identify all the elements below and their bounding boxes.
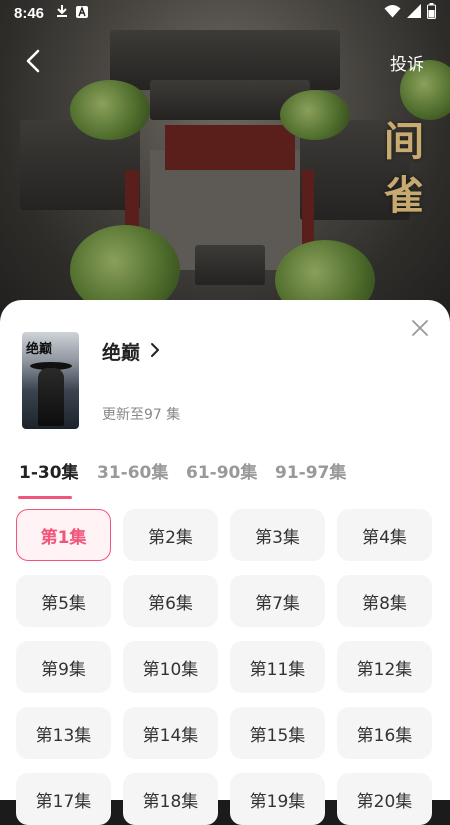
tree <box>70 80 150 140</box>
episode-button[interactable]: 第10集 <box>123 641 218 693</box>
chevron-right-icon <box>150 342 160 362</box>
episode-button[interactable]: 第11集 <box>230 641 325 693</box>
episode-button[interactable]: 第3集 <box>230 509 325 561</box>
drama-title-link[interactable]: 绝巅 <box>102 338 160 365</box>
episode-button[interactable]: 第18集 <box>123 773 218 825</box>
episode-button[interactable]: 第6集 <box>123 575 218 627</box>
status-bar: 8:46 <box>0 0 450 26</box>
calligraphy-overlay: 间 雀 <box>377 120 424 214</box>
episode-button[interactable]: 第12集 <box>337 641 432 693</box>
wall <box>165 125 295 170</box>
episode-button[interactable]: 第8集 <box>337 575 432 627</box>
tab-31-60[interactable]: 31-60集 <box>97 458 168 483</box>
episode-button[interactable]: 第9集 <box>16 641 111 693</box>
episode-button[interactable]: 第16集 <box>337 707 432 759</box>
status-time: 8:46 <box>14 4 45 22</box>
signal-icon <box>407 4 421 22</box>
download-icon <box>56 4 68 22</box>
drama-poster[interactable]: 绝巅 <box>22 332 79 429</box>
episode-button[interactable]: 第19集 <box>230 773 325 825</box>
episode-button[interactable]: 第7集 <box>230 575 325 627</box>
tab-61-90[interactable]: 61-90集 <box>186 458 257 483</box>
back-arrow-icon <box>25 49 41 77</box>
close-button[interactable] <box>410 318 430 338</box>
report-button[interactable]: 投诉 <box>390 50 424 75</box>
episode-button[interactable]: 第4集 <box>337 509 432 561</box>
episode-sheet: 绝巅 绝巅 更新至97 集 1-30集 31-60集 61-90集 91-97集… <box>0 300 450 825</box>
close-icon <box>410 320 430 342</box>
back-button[interactable] <box>18 48 48 78</box>
update-status: 更新至97 集 <box>102 407 181 423</box>
status-icons-left <box>56 4 89 22</box>
tab-1-30[interactable]: 1-30集 <box>19 458 79 483</box>
video-player[interactable]: 间 雀 <box>0 0 450 330</box>
wifi-icon <box>384 4 401 22</box>
tree <box>280 90 350 140</box>
episode-grid: 第1集 第2集 第3集 第4集 第5集 第6集 第7集 第8集 第9集 第10集… <box>16 509 436 825</box>
episode-button[interactable]: 第2集 <box>123 509 218 561</box>
poster-figure <box>38 368 64 426</box>
episode-button[interactable]: 第1集 <box>16 509 111 561</box>
a-icon <box>76 4 89 22</box>
battery-icon <box>427 3 436 23</box>
tab-91-97[interactable]: 91-97集 <box>275 458 346 483</box>
episode-button[interactable]: 第14集 <box>123 707 218 759</box>
poster-title: 绝巅 <box>26 342 53 357</box>
active-tab-indicator <box>18 496 72 499</box>
status-icons-right <box>384 3 436 23</box>
episode-button[interactable]: 第5集 <box>16 575 111 627</box>
episode-range-tabs: 1-30集 31-60集 61-90集 91-97集 <box>0 456 450 496</box>
episode-button[interactable]: 第20集 <box>337 773 432 825</box>
drama-title: 绝巅 <box>102 342 141 364</box>
episode-button[interactable]: 第17集 <box>16 773 111 825</box>
roof <box>195 245 265 285</box>
episode-button[interactable]: 第15集 <box>230 707 325 759</box>
episode-button[interactable]: 第13集 <box>16 707 111 759</box>
